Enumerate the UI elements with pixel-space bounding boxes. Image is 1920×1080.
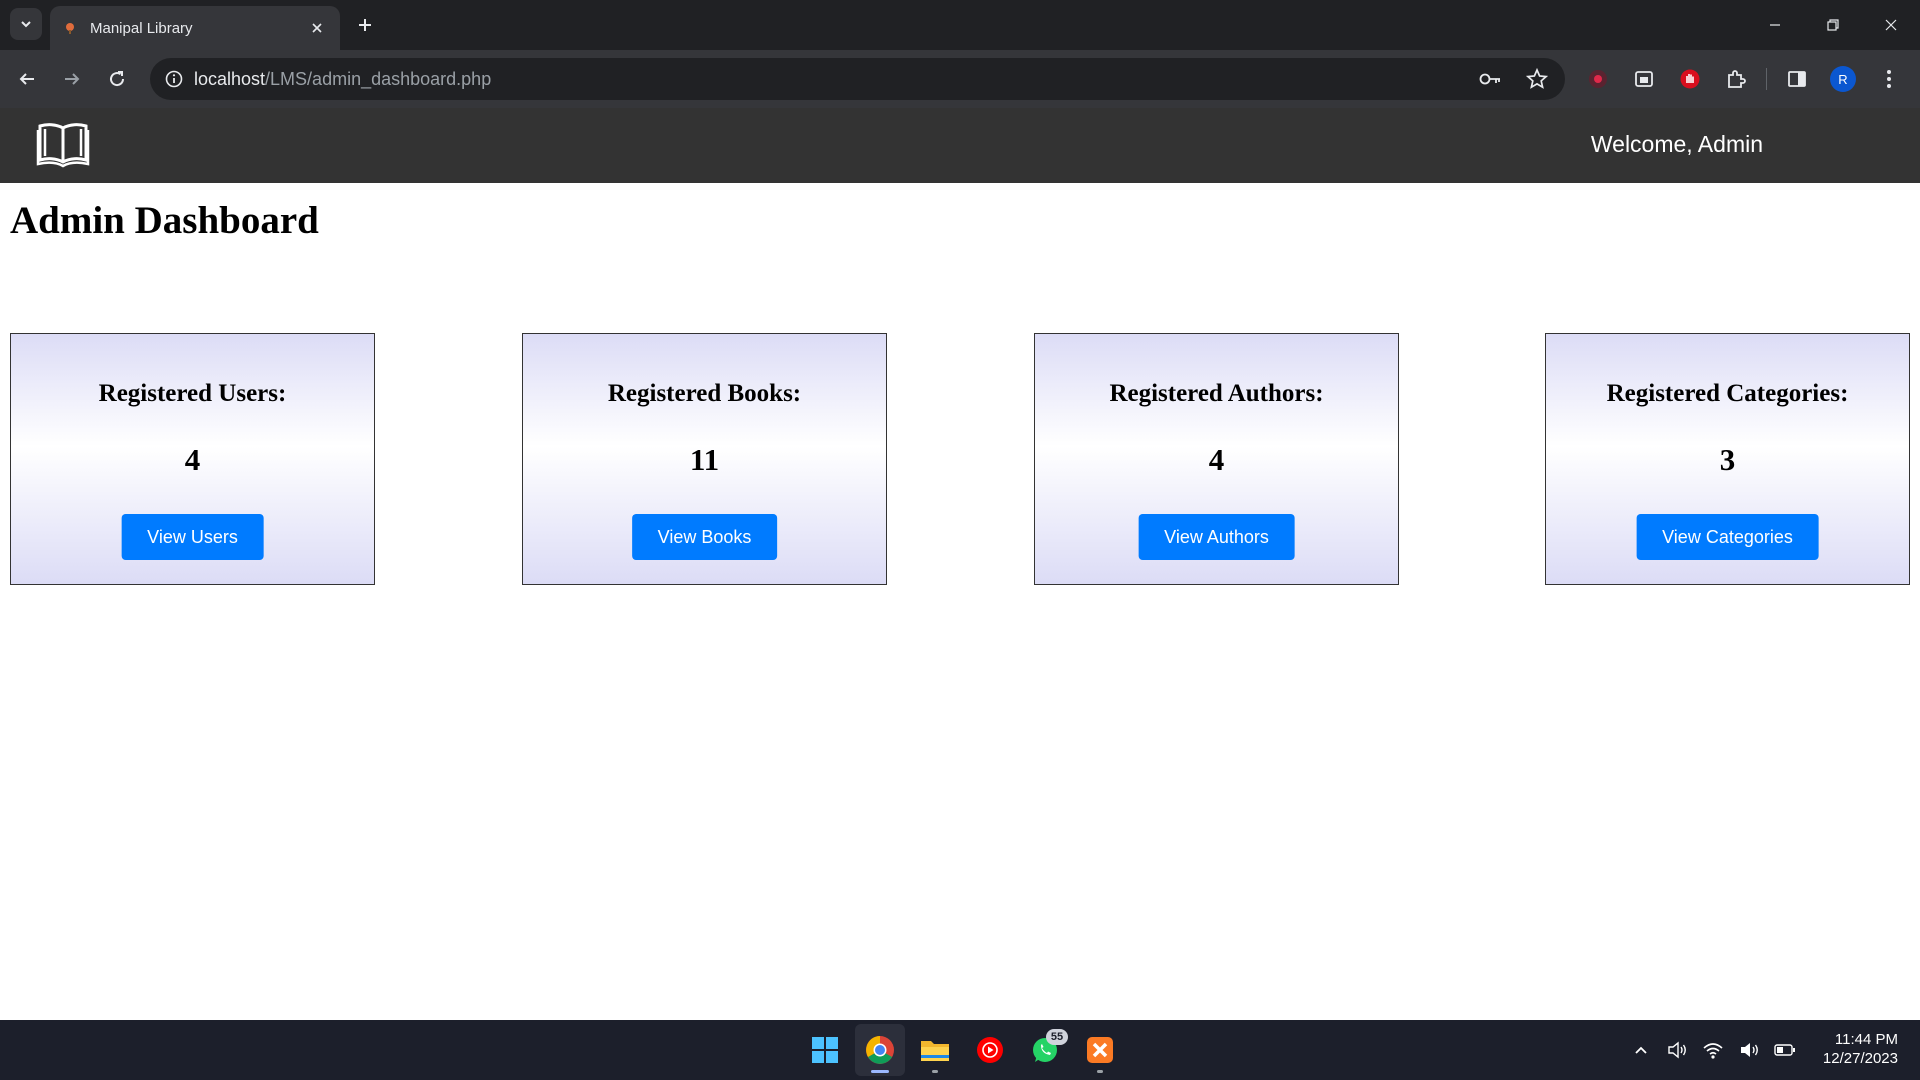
extension-window-icon[interactable] bbox=[1626, 61, 1662, 97]
close-icon bbox=[1885, 19, 1897, 31]
restore-icon bbox=[1827, 19, 1839, 31]
taskbar-youtube-music[interactable] bbox=[965, 1024, 1015, 1076]
chevron-down-icon bbox=[21, 21, 31, 28]
card-count: 11 bbox=[689, 442, 720, 477]
extensions-puzzle-icon[interactable] bbox=[1718, 61, 1754, 97]
card-label: Registered Authors: bbox=[1109, 380, 1324, 407]
taskbar-file-explorer[interactable] bbox=[910, 1024, 960, 1076]
clock-time: 11:44 PM bbox=[1834, 1031, 1898, 1048]
url-host: localhost bbox=[194, 68, 266, 89]
avatar: R bbox=[1830, 66, 1856, 92]
card-label: Registered Users: bbox=[98, 380, 287, 407]
tab-search-button[interactable] bbox=[10, 8, 42, 40]
site-navbar: Welcome, Admin bbox=[0, 108, 1920, 183]
open-book-logo-icon[interactable] bbox=[36, 120, 90, 168]
page-title: Admin Dashboard bbox=[10, 199, 319, 242]
browser-tab[interactable]: Manipal Library bbox=[50, 6, 340, 50]
card-books: Registered Books: 11 View Books bbox=[522, 333, 887, 585]
card-categories: Registered Categories: 3 View Categories bbox=[1545, 333, 1910, 585]
taskbar-chrome[interactable] bbox=[855, 1024, 905, 1076]
folder-icon bbox=[921, 1041, 949, 1061]
close-tab-icon[interactable] bbox=[306, 17, 328, 39]
side-panel-icon[interactable] bbox=[1779, 61, 1815, 97]
start-button[interactable] bbox=[800, 1024, 850, 1076]
password-key-icon[interactable] bbox=[1473, 61, 1509, 97]
restore-button[interactable] bbox=[1804, 0, 1862, 50]
arrow-right-icon bbox=[65, 73, 80, 85]
card-count: 3 bbox=[1719, 442, 1736, 477]
card-authors: Registered Authors: 4 View Authors bbox=[1034, 333, 1399, 585]
taskbar: 55 11:44 PM 12/27/2023 bbox=[0, 1020, 1920, 1080]
extension-hand-icon[interactable] bbox=[1672, 61, 1708, 97]
site-info-icon[interactable] bbox=[154, 58, 194, 100]
profile-avatar-button[interactable]: R bbox=[1825, 61, 1861, 97]
extensions-area: R bbox=[1580, 59, 1907, 99]
address-bar[interactable]: localhost/LMS/admin_dashboard.php bbox=[150, 58, 1565, 100]
reload-icon bbox=[110, 71, 125, 87]
view-users-button[interactable]: View Users bbox=[121, 514, 264, 560]
back-button[interactable] bbox=[11, 63, 43, 95]
browser-tabstrip: Manipal Library bbox=[0, 0, 1920, 50]
speaker-icon[interactable] bbox=[1666, 1039, 1688, 1061]
chrome-menu-button[interactable] bbox=[1871, 61, 1907, 97]
youtube-music-icon bbox=[977, 1037, 1003, 1063]
running-indicator bbox=[932, 1070, 938, 1073]
view-books-button[interactable]: View Books bbox=[631, 514, 778, 560]
view-authors-button[interactable]: View Authors bbox=[1138, 514, 1295, 560]
card-label: Registered Books: bbox=[607, 380, 802, 407]
clock[interactable]: 11:44 PM 12/27/2023 bbox=[1823, 1030, 1898, 1068]
taskbar-whatsapp[interactable]: 55 bbox=[1020, 1024, 1070, 1076]
card-count: 4 bbox=[184, 442, 201, 477]
notification-badge: 55 bbox=[1046, 1029, 1068, 1045]
browser-toolbar: localhost/LMS/admin_dashboard.php R bbox=[0, 50, 1920, 108]
arrow-left-icon bbox=[19, 73, 34, 85]
more-vertical-icon bbox=[1887, 70, 1891, 88]
window-controls bbox=[1746, 0, 1920, 50]
extension-record-icon[interactable] bbox=[1580, 61, 1616, 97]
taskbar-apps: 55 bbox=[800, 1024, 1125, 1076]
chevron-up-icon[interactable] bbox=[1630, 1039, 1652, 1061]
card-count: 4 bbox=[1208, 442, 1225, 477]
view-categories-button[interactable]: View Categories bbox=[1636, 514, 1819, 560]
battery-icon[interactable] bbox=[1774, 1039, 1796, 1061]
running-indicator bbox=[871, 1070, 889, 1073]
xampp-icon bbox=[1087, 1037, 1113, 1063]
toolbar-separator bbox=[1766, 68, 1767, 90]
chrome-icon bbox=[866, 1036, 894, 1064]
volume-icon[interactable] bbox=[1738, 1039, 1760, 1061]
favicon-icon bbox=[62, 20, 78, 36]
reload-button[interactable] bbox=[101, 63, 133, 95]
card-users: Registered Users: 4 View Users bbox=[10, 333, 375, 585]
wifi-icon[interactable] bbox=[1702, 1039, 1724, 1061]
bookmark-star-icon[interactable] bbox=[1519, 61, 1555, 97]
windows-icon bbox=[812, 1037, 838, 1063]
tab-title: Manipal Library bbox=[90, 19, 193, 37]
plus-icon bbox=[359, 19, 371, 31]
running-indicator bbox=[1097, 1070, 1103, 1073]
system-tray bbox=[1630, 1020, 1796, 1080]
minimize-button[interactable] bbox=[1746, 0, 1804, 50]
new-tab-button[interactable] bbox=[350, 10, 380, 40]
taskbar-xampp[interactable] bbox=[1075, 1024, 1125, 1076]
card-label: Registered Categories: bbox=[1606, 380, 1849, 407]
clock-date: 12/27/2023 bbox=[1822, 1050, 1898, 1067]
minimize-icon bbox=[1770, 24, 1780, 26]
url-text: localhost/LMS/admin_dashboard.php bbox=[194, 69, 491, 90]
welcome-text: Welcome, Admin bbox=[1590, 131, 1763, 157]
url-path: /LMS/admin_dashboard.php bbox=[265, 68, 492, 89]
stats-cards: Registered Users: 4 View Users Registere… bbox=[10, 333, 1910, 585]
close-window-button[interactable] bbox=[1862, 0, 1920, 50]
forward-button[interactable] bbox=[56, 63, 88, 95]
